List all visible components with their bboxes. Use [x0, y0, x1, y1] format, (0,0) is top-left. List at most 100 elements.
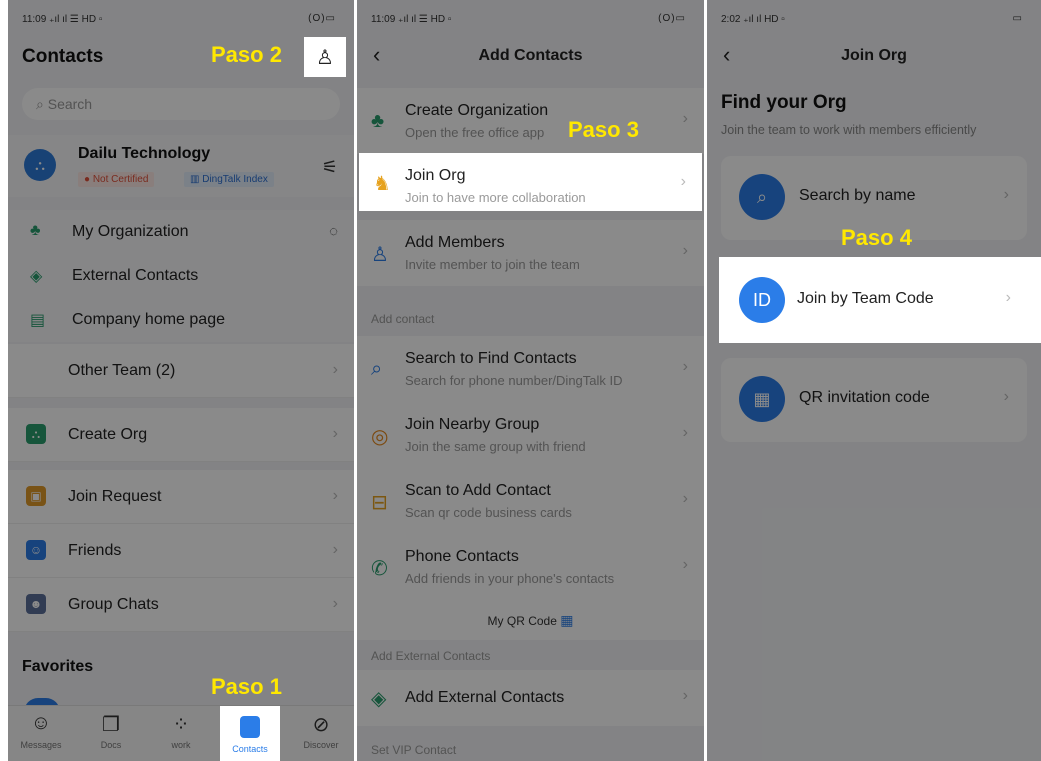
- org-name: Dailu Technology: [78, 145, 211, 162]
- page-icon: ▤: [30, 312, 46, 329]
- nav-bar: ‹ Add Contacts: [357, 36, 704, 78]
- chevron-right-icon: ›: [332, 595, 338, 612]
- qr-invitation-card[interactable]: ▦ QR invitation code ›: [721, 358, 1027, 442]
- phone-icon: ✆: [371, 558, 388, 580]
- contacts-screen: 11:09 ₊ıl ıl ☰ HD ▫ (O)▭ Contacts ⌕ Sear…: [8, 0, 354, 761]
- chevron-right-icon: ›: [682, 424, 688, 441]
- search-contacts-item[interactable]: ⌕ Search to Find Contacts Search for pho…: [357, 336, 704, 402]
- page-title: Join Org: [841, 47, 907, 64]
- list-item[interactable]: ◈ External Contacts: [8, 254, 354, 298]
- chevron-right-icon: ›: [682, 242, 688, 259]
- create-org-icon: ⛬: [26, 424, 46, 444]
- org-tree-icon: ♣: [30, 222, 41, 239]
- list-item[interactable]: ☺ Friends ›: [8, 524, 354, 578]
- chevron-right-icon: ›: [682, 110, 688, 127]
- join-by-team-code-card[interactable]: ID Join by Team Code ›: [719, 257, 1041, 343]
- org-tree-icon: ♣: [371, 110, 385, 132]
- list-item[interactable]: ▣ Join Request ›: [8, 470, 354, 524]
- status-bar: 11:09 ₊ıl ıl ☰ HD ▫ (O)▭: [371, 13, 686, 25]
- page-title: Add Contacts: [478, 47, 583, 64]
- contacts-icon: [240, 716, 260, 738]
- step-label: Paso 2: [211, 42, 282, 67]
- favorites-heading: Favorites: [22, 658, 94, 675]
- create-organization-item[interactable]: ♣ Create Organization Open the free offi…: [357, 88, 704, 154]
- scan-icon: ⊟: [371, 492, 388, 514]
- id-badge-icon: ID: [739, 277, 785, 323]
- organization-card[interactable]: ⛬ Dailu Technology ● Not Certified ▥ Din…: [8, 135, 354, 197]
- tab-work[interactable]: ⁘ work: [152, 706, 210, 761]
- compass-icon: ⊘: [312, 714, 330, 736]
- grid-icon: ⁘: [172, 714, 190, 736]
- group-icon: ☻: [26, 594, 46, 614]
- create-org-row[interactable]: ⛬ Create Org ›: [8, 408, 354, 462]
- add-members-item[interactable]: ♙ Add Members Invite member to join the …: [357, 220, 704, 286]
- chevron-right-icon: ›: [1003, 186, 1009, 203]
- chat-bubble-icon[interactable]: ◌: [329, 223, 338, 240]
- phone-contacts-item[interactable]: ✆ Phone Contacts Add friends in your pho…: [357, 534, 704, 600]
- status-bar: 2:02 ₊ıl ıl HD ▫ ▭: [721, 13, 1023, 25]
- search-icon: ⌕: [371, 358, 383, 380]
- search-icon: ⌕: [36, 96, 48, 112]
- tab-discover[interactable]: ⊘ Discover: [292, 706, 350, 761]
- friend-icon: ☺: [26, 540, 46, 560]
- nearby-group-item[interactable]: ◎ Join Nearby Group Join the same group …: [357, 402, 704, 468]
- add-external-item[interactable]: ◈ Add External Contacts ›: [357, 670, 704, 726]
- chevron-right-icon: ›: [332, 425, 338, 442]
- index-badge[interactable]: ▥ DingTalk Index: [184, 172, 274, 187]
- handshake-icon: ◈: [30, 268, 43, 285]
- request-icon: ▣: [26, 486, 46, 506]
- chevron-right-icon: ›: [1005, 289, 1011, 306]
- section-vip: Set VIP Contact: [371, 743, 457, 757]
- add-person-icon: ♙: [371, 244, 389, 266]
- bottom-tab-bar: ☺ Messages ❐ Docs ⁘ work ⊘ Discover: [8, 705, 354, 761]
- battery-icon: (O)▭: [658, 13, 686, 24]
- docs-icon: ❐: [102, 714, 120, 736]
- find-org-subtitle: Join the team to work with members effic…: [721, 123, 977, 137]
- section-external: Add External Contacts: [371, 649, 491, 663]
- radar-icon: ◎: [371, 426, 389, 448]
- my-qr-code-button[interactable]: My QR Code ▦: [357, 600, 704, 640]
- add-contacts-screen: 11:09 ₊ıl ıl ☰ HD ▫ (O)▭ ‹ Add Contacts …: [357, 0, 704, 761]
- chat-icon: ☺: [30, 712, 52, 734]
- step-label: Paso 1: [211, 674, 282, 699]
- battery-icon: ▭: [1012, 13, 1023, 24]
- join-org-screen: 2:02 ₊ıl ıl HD ▫ ▭ ‹ Join Org Find your …: [707, 0, 1041, 761]
- join-org-icon: ♞: [373, 173, 391, 195]
- other-team-row[interactable]: Other Team (2) ›: [8, 344, 354, 398]
- status-badge: ● Not Certified: [78, 172, 155, 187]
- join-org-item[interactable]: ♞ Join Org Join to have more collaborati…: [359, 153, 702, 211]
- search-input[interactable]: ⌕ Search: [22, 88, 340, 120]
- tab-contacts[interactable]: Contacts: [220, 706, 280, 761]
- list-item[interactable]: ▤ Company home page: [8, 298, 354, 342]
- nav-bar: ‹ Join Org: [707, 36, 1041, 78]
- org-links-list: ♣ My Organization ◌ ◈ External Contacts …: [8, 210, 354, 342]
- section-add-contact: Add contact: [371, 312, 435, 326]
- step-label: Paso 4: [841, 225, 912, 250]
- status-time: 11:09: [22, 14, 47, 25]
- chevron-right-icon: ›: [332, 541, 338, 558]
- chevron-right-icon: ›: [680, 173, 686, 190]
- chevron-right-icon: ›: [1003, 388, 1009, 405]
- status-bar: 11:09 ₊ıl ıl ☰ HD ▫ (O)▭: [22, 13, 336, 25]
- chevron-right-icon: ›: [332, 361, 338, 378]
- qr-icon: ▦: [739, 376, 785, 422]
- search-icon: ⌕: [739, 174, 785, 220]
- tab-docs[interactable]: ❐ Docs: [82, 706, 140, 761]
- list-item[interactable]: ☻ Group Chats ›: [8, 578, 354, 632]
- battery-icon: (O)▭: [308, 13, 336, 24]
- scan-contact-item[interactable]: ⊟ Scan to Add Contact Scan qr code busin…: [357, 468, 704, 534]
- add-contact-button[interactable]: ♙: [304, 37, 346, 77]
- settings-sliders-icon[interactable]: ⚟: [322, 157, 338, 178]
- org-avatar-icon: ⛬: [24, 149, 56, 181]
- find-org-title: Find your Org: [721, 92, 847, 113]
- page-title: Contacts: [22, 46, 104, 67]
- contacts-menu: ▣ Join Request › ☺ Friends › ☻ Group Cha…: [8, 470, 354, 632]
- add-person-icon: ♙: [316, 47, 334, 69]
- chevron-right-icon: ›: [682, 490, 688, 507]
- status-time: 2:02: [721, 14, 741, 25]
- list-item[interactable]: ♣ My Organization ◌: [8, 210, 354, 254]
- chevron-right-icon: ›: [682, 556, 688, 573]
- chevron-right-icon: ›: [682, 358, 688, 375]
- chevron-right-icon: ›: [682, 687, 688, 704]
- tab-messages[interactable]: ☺ Messages: [12, 706, 70, 761]
